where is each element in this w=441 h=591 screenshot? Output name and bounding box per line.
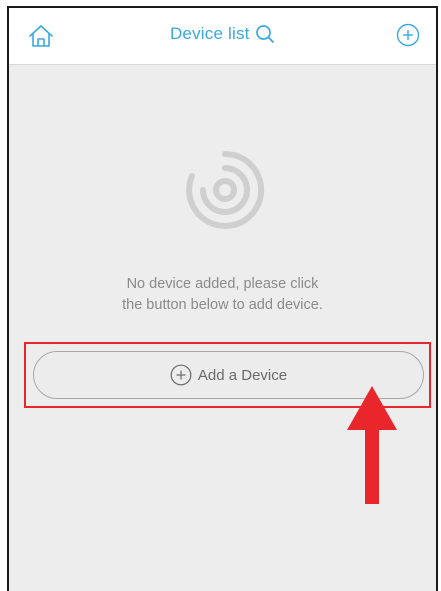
empty-state-message: No device added, please click the button… [9,274,436,316]
plus-circle-icon [170,364,192,386]
empty-message-line-2: the button below to add device. [122,297,323,313]
app-screen: Device list No device added, please clic… [7,6,438,591]
add-device-header-button[interactable] [396,23,420,47]
search-icon[interactable] [255,24,275,44]
title-group: Device list [9,24,436,50]
top-nav-bar: Device list [9,8,436,65]
up-arrow-icon [347,386,397,504]
add-device-label: Add a Device [197,366,288,384]
page-title: Device list [169,24,250,43]
ring-logo-icon [186,150,265,229]
empty-message-line-1: No device added, please click [126,276,319,292]
